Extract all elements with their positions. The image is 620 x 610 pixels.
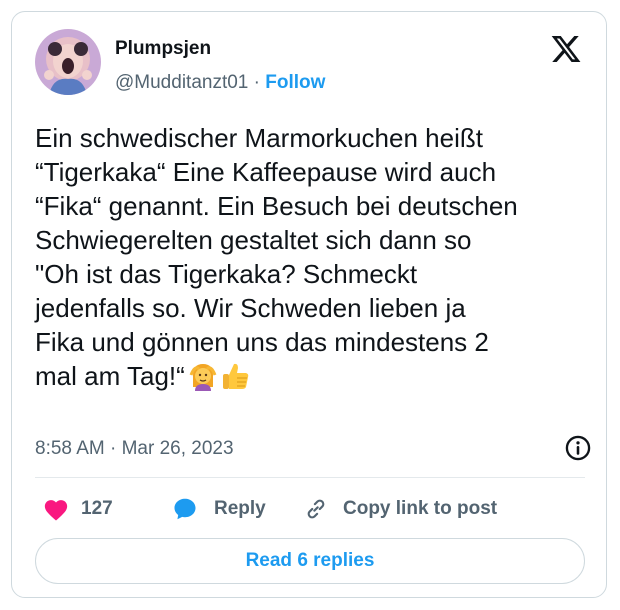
read-replies-button[interactable]: Read 6 replies	[35, 538, 585, 584]
tweet-body: Ein schwedischer Marmorkuchen heißt “Tig…	[35, 123, 518, 391]
tweet-text: Ein schwedischer Marmorkuchen heißt “Tig…	[35, 121, 595, 399]
copy-link-button[interactable]: Copy link to post	[303, 494, 497, 524]
separator-dot: ·	[253, 72, 260, 93]
tweet-timestamp[interactable]: 8:58 AM · Mar 26, 2023	[35, 438, 234, 460]
woman-gesturing-ok-icon	[189, 364, 217, 391]
avatar-image	[35, 29, 101, 95]
thumbs-up-icon	[222, 363, 249, 389]
like-button[interactable]: 127	[43, 494, 113, 524]
timestamp-separator: ·	[110, 438, 117, 459]
read-replies-label: Read 6 replies	[245, 550, 375, 571]
speech-bubble-icon	[174, 498, 196, 520]
link-icon	[307, 499, 325, 519]
author-display-name[interactable]: Plumpsjen	[115, 38, 211, 60]
action-bar: 127 Reply Copy link to post	[35, 494, 585, 524]
heart-icon	[44, 500, 68, 521]
reply-label: Reply	[214, 498, 266, 519]
follow-button[interactable]: Follow	[265, 72, 325, 93]
tweet-time: 8:58 AM	[35, 438, 105, 459]
x-logo-icon[interactable]	[550, 33, 582, 65]
tweet-card: Plumpsjen @Mudditanzt01 · Follow Ein sch…	[11, 11, 607, 598]
tweet-date: Mar 26, 2023	[121, 438, 234, 459]
avatar[interactable]	[35, 29, 101, 95]
info-icon[interactable]	[564, 434, 592, 462]
author-handle-row: @Mudditanzt01 · Follow	[115, 72, 325, 94]
copy-link-label: Copy link to post	[343, 498, 498, 519]
reply-button[interactable]: Reply	[172, 494, 266, 524]
like-count: 127	[81, 498, 113, 519]
tweet-emojis	[189, 361, 253, 399]
author-handle[interactable]: @Mudditanzt01	[115, 72, 248, 93]
divider	[35, 477, 585, 478]
